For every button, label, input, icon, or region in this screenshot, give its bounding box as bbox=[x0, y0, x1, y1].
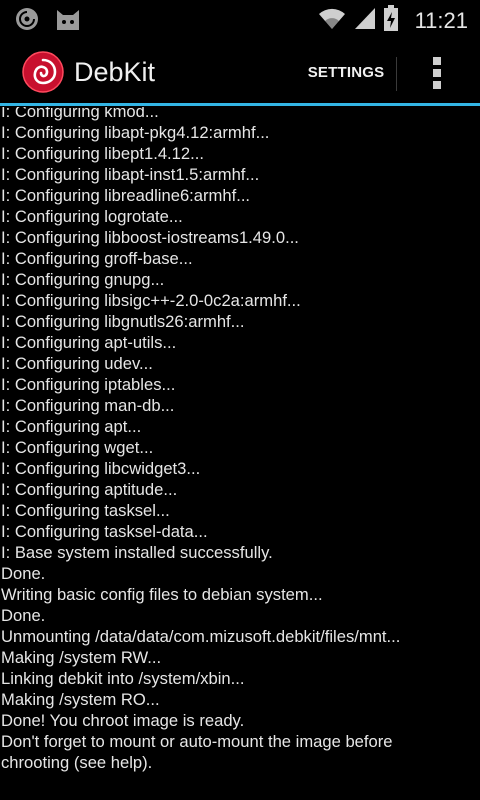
log-line: I: Configuring wget... bbox=[1, 438, 154, 457]
debkit-app-icon[interactable] bbox=[22, 51, 64, 93]
log-line: I: Configuring apt-utils... bbox=[1, 333, 177, 352]
debian-swirl-icon bbox=[14, 6, 40, 37]
log-line: Done. bbox=[1, 564, 46, 583]
log-line: I: Configuring man-db... bbox=[1, 396, 175, 415]
log-line: I: Configuring libcwidget3... bbox=[1, 459, 201, 478]
log-line: Making /system RW... bbox=[1, 648, 162, 667]
log-line: I: Configuring libboost-iostreams1.49.0.… bbox=[1, 228, 299, 247]
log-line: I: Configuring iptables... bbox=[1, 375, 176, 394]
log-line: I: Configuring libept1.4.12... bbox=[1, 144, 204, 163]
log-line: Don't forget to mount or auto-mount the … bbox=[1, 732, 393, 772]
log-line: I: Configuring gnupg... bbox=[1, 270, 165, 289]
overflow-menu-icon[interactable] bbox=[420, 52, 456, 92]
battery-charging-icon bbox=[383, 4, 399, 37]
status-bar: 11:21 bbox=[0, 0, 480, 38]
notification-icons bbox=[14, 6, 82, 37]
system-icons: 11:21 bbox=[317, 4, 468, 37]
log-line: Making /system RO... bbox=[1, 690, 160, 709]
action-bar: DebKit SETTINGS bbox=[0, 38, 480, 106]
log-line: I: Configuring aptitude... bbox=[1, 480, 178, 499]
log-line: Linking debkit into /system/xbin... bbox=[1, 669, 245, 688]
signal-icon bbox=[353, 5, 377, 36]
action-bar-accent-line bbox=[0, 103, 480, 106]
log-line: Done! You chroot image is ready. bbox=[1, 711, 245, 730]
log-line: I: Configuring tasksel... bbox=[1, 501, 170, 520]
log-line: I: Configuring kmod... bbox=[1, 107, 159, 121]
log-line: I: Configuring libgnutls26:armhf... bbox=[1, 312, 245, 331]
status-time: 11:21 bbox=[414, 7, 468, 33]
log-line: I: Base system installed successfully. bbox=[1, 543, 273, 562]
log-line: Done. bbox=[1, 606, 46, 625]
action-bar-separator bbox=[396, 57, 397, 91]
cat-face-icon bbox=[54, 6, 82, 37]
log-line: I: Configuring groff-base... bbox=[1, 249, 193, 268]
console-lines: I: Configuring kmod... I: Configuring li… bbox=[0, 107, 480, 773]
settings-button[interactable]: SETTINGS bbox=[300, 50, 392, 94]
log-line: I: Configuring libreadline6:armhf... bbox=[1, 186, 251, 205]
log-line: I: Configuring logrotate... bbox=[1, 207, 183, 226]
wifi-icon bbox=[317, 5, 347, 36]
log-line: I: Configuring apt... bbox=[1, 417, 142, 436]
log-line: Unmounting /data/data/com.mizusoft.debki… bbox=[1, 627, 401, 646]
log-line: I: Configuring libsigc++-2.0-0c2a:armhf.… bbox=[1, 291, 301, 310]
log-line: I: Configuring udev... bbox=[1, 354, 153, 373]
log-line: Writing basic config files to debian sys… bbox=[1, 585, 323, 604]
log-line: I: Configuring libapt-pkg4.12:armhf... bbox=[1, 123, 270, 142]
console-output[interactable]: I: Configuring kmod... I: Configuring li… bbox=[0, 107, 480, 800]
app-title: DebKit bbox=[74, 57, 156, 87]
log-line: I: Configuring libapt-inst1.5:armhf... bbox=[1, 165, 260, 184]
log-line: I: Configuring tasksel-data... bbox=[1, 522, 208, 541]
